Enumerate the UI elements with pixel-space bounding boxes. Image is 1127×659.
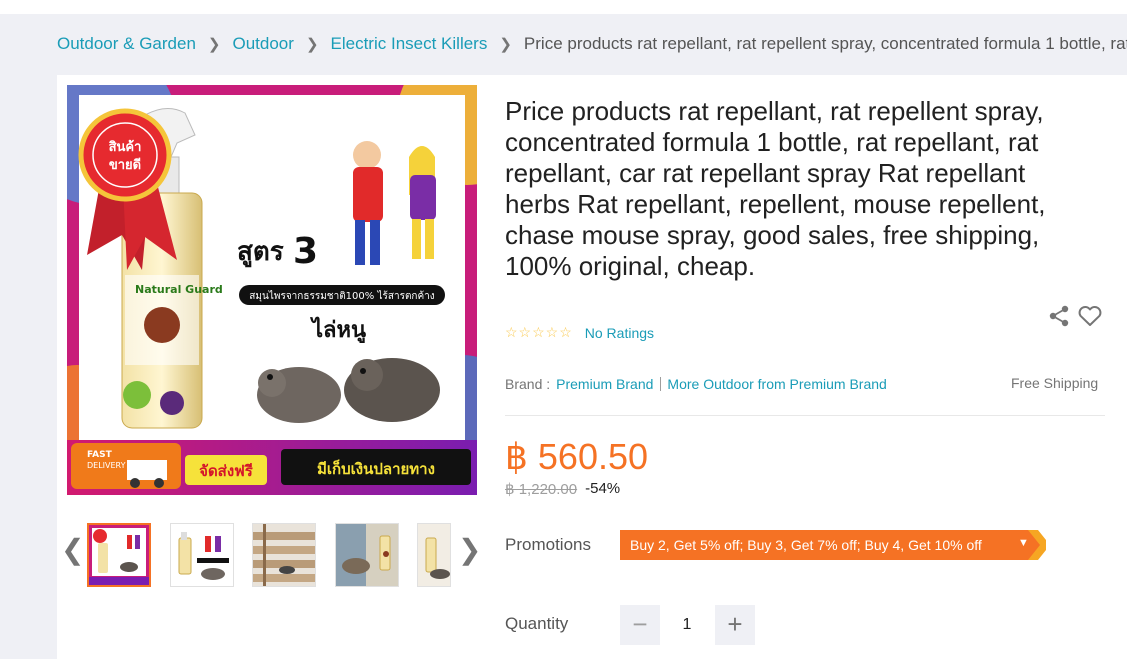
svg-text:สินค้า: สินค้า <box>109 139 142 155</box>
chevron-right-icon: ❯ <box>207 36 221 53</box>
brand-row: Brand : Premium Brand More Outdoor from … <box>505 376 887 392</box>
svg-text:มีเก็บเงินปลายทาง: มีเก็บเงินปลายทาง <box>317 459 435 478</box>
quantity-label: Quantity <box>505 614 569 633</box>
top-header-strip <box>0 0 1127 14</box>
svg-text:สูตร: สูตร <box>237 237 284 268</box>
chevron-right-icon: ❯ <box>305 36 319 53</box>
svg-text:สมุนไพรจากธรรมชาติ100% ไร้สารต: สมุนไพรจากธรรมชาติ100% ไร้สารตกค้าง <box>249 290 434 302</box>
svg-text:DELIVERY: DELIVERY <box>87 461 126 470</box>
promotion-text: Buy 2, Get 5% off; Buy 3, Get 7% off; Bu… <box>630 537 982 553</box>
free-shipping-label: Free Shipping <box>1011 375 1099 391</box>
breadcrumb-outdoor[interactable]: Outdoor <box>233 34 294 54</box>
brand-link[interactable]: Premium Brand <box>556 376 653 392</box>
product-title: Price products rat repellant, rat repell… <box>505 96 1046 281</box>
svg-text:จัดส่งฟรี: จัดส่งฟรี <box>199 462 254 480</box>
thumbnail-4[interactable] <box>335 523 399 587</box>
breadcrumb: Outdoor & Garden ❯ Outdoor ❯ Electric In… <box>57 32 1127 56</box>
svg-text:ไล่หนู: ไล่หนู <box>310 316 366 344</box>
plus-icon[interactable]: + <box>715 605 755 645</box>
thumbnail-5[interactable] <box>417 523 451 587</box>
current-price: ฿ 560.50 <box>505 436 649 477</box>
chevron-left-icon[interactable]: ❮ <box>61 536 84 564</box>
more-from-brand-link[interactable]: More Outdoor from Premium Brand <box>667 376 886 392</box>
original-price-row: ฿ 1,220.00 -54% <box>505 480 620 498</box>
divider <box>505 415 1105 416</box>
thumbnail-2[interactable] <box>170 523 234 587</box>
brand-label: Brand : <box>505 376 551 392</box>
ratings-link[interactable]: No Ratings <box>585 325 654 341</box>
minus-icon[interactable]: − <box>620 605 660 645</box>
star-rating-icon: ☆☆☆☆☆ <box>505 324 573 340</box>
svg-text:Natural Guard: Natural Guard <box>135 283 223 296</box>
breadcrumb-electric-insect-killers[interactable]: Electric Insect Killers <box>331 34 488 54</box>
brand-divider <box>660 377 662 391</box>
caret-down-icon: ▼ <box>1018 537 1029 549</box>
rating-row: ☆☆☆☆☆ No Ratings <box>505 324 654 341</box>
promotions-label: Promotions <box>505 535 591 554</box>
thumbnail-1[interactable] <box>87 523 151 587</box>
breadcrumb-current: Price products rat repellant, rat repell… <box>523 34 1127 53</box>
original-price: ฿ 1,220.00 <box>505 481 578 498</box>
chevron-right-icon: ❯ <box>499 36 512 53</box>
heart-icon[interactable] <box>1077 304 1103 328</box>
svg-text:3: 3 <box>293 231 318 272</box>
share-icon[interactable] <box>1047 304 1071 328</box>
svg-text:ขายดี: ขายดี <box>109 157 141 173</box>
product-main-image[interactable]: Natural Guard สินค้า ขายดี สูตร 3 สมุนไพ… <box>67 85 477 495</box>
breadcrumb-outdoor-garden[interactable]: Outdoor & Garden <box>57 34 196 54</box>
chevron-right-icon[interactable]: ❯ <box>458 536 481 564</box>
discount-badge: -54% <box>585 480 621 497</box>
quantity-input[interactable] <box>660 605 714 645</box>
promotion-dropdown[interactable]: Buy 2, Get 5% off; Buy 3, Get 7% off; Bu… <box>620 530 1046 560</box>
svg-text:FAST: FAST <box>87 450 113 460</box>
thumbnail-3[interactable] <box>252 523 316 587</box>
